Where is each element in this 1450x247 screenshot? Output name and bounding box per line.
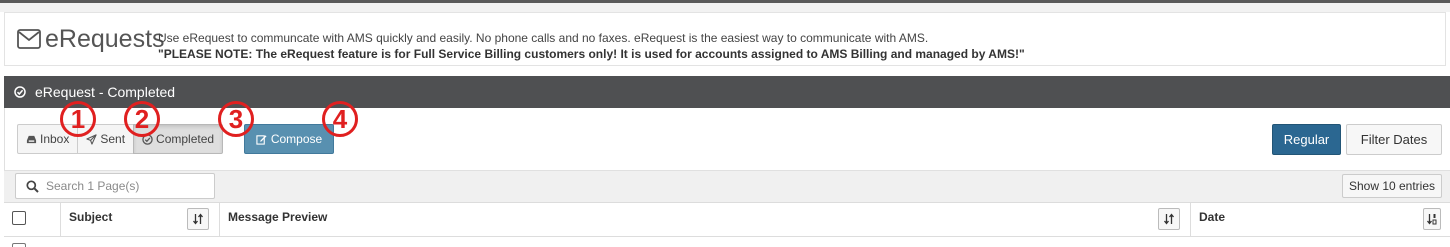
show-entries-button[interactable]: Show 10 entries <box>1342 174 1442 198</box>
message-preview-column-label: Message Preview <box>228 210 328 224</box>
regular-view-button[interactable]: Regular <box>1272 124 1341 155</box>
search-input[interactable] <box>46 176 206 196</box>
header-note: "PLEASE NOTE: The eRequest feature is fo… <box>158 47 1025 61</box>
callout-3: 3 <box>218 101 254 137</box>
search-row <box>4 170 1450 203</box>
sent-tab-label: Sent <box>100 132 126 146</box>
select-all-checkbox[interactable] <box>12 211 26 225</box>
message-preview-sort-button[interactable] <box>1158 208 1180 230</box>
date-sort-button[interactable] <box>1423 208 1441 230</box>
subject-sort-button[interactable] <box>187 208 209 230</box>
first-row-partial <box>4 237 1450 247</box>
completed-tab-label: Completed <box>156 132 215 146</box>
inbox-tab-label: Inbox <box>40 132 70 146</box>
compose-button[interactable]: Compose <box>244 124 334 154</box>
sort-icon <box>192 213 204 225</box>
callout-1: 1 <box>60 101 96 137</box>
header-description: Use eRequest to communcate with AMS quic… <box>158 31 929 45</box>
subject-column-label: Subject <box>69 210 113 224</box>
page-title: eRequests <box>45 25 165 53</box>
sort-numeric-icon <box>1426 214 1437 225</box>
search-icon <box>26 180 39 193</box>
search-box[interactable] <box>15 173 215 199</box>
paper-plane-icon <box>86 133 97 145</box>
inbox-icon <box>26 135 37 143</box>
callout-2: 2 <box>124 101 160 137</box>
envelope-icon <box>17 29 41 49</box>
compose-label: Compose <box>270 132 323 146</box>
date-column-label: Date <box>1199 210 1226 224</box>
section-title: eRequest - Completed <box>35 84 176 100</box>
subject-column-header[interactable]: Subject <box>61 203 220 237</box>
edit-icon <box>256 134 267 145</box>
row-checkbox[interactable] <box>12 243 26 247</box>
filter-dates-button[interactable]: Filter Dates <box>1346 124 1442 155</box>
mailbox-tab-group: Inbox Sent Completed <box>17 124 224 154</box>
section-header-bar: eRequest - Completed <box>4 76 1450 108</box>
top-shade <box>0 3 1450 12</box>
header-panel: eRequests Use eRequest to communcate wit… <box>4 12 1446 66</box>
message-preview-column-header[interactable]: Message Preview <box>220 203 1191 237</box>
sort-icon <box>1163 213 1175 225</box>
callout-4: 4 <box>322 101 358 137</box>
check-circle-icon <box>14 86 26 98</box>
date-column-header[interactable]: Date <box>1191 203 1450 237</box>
